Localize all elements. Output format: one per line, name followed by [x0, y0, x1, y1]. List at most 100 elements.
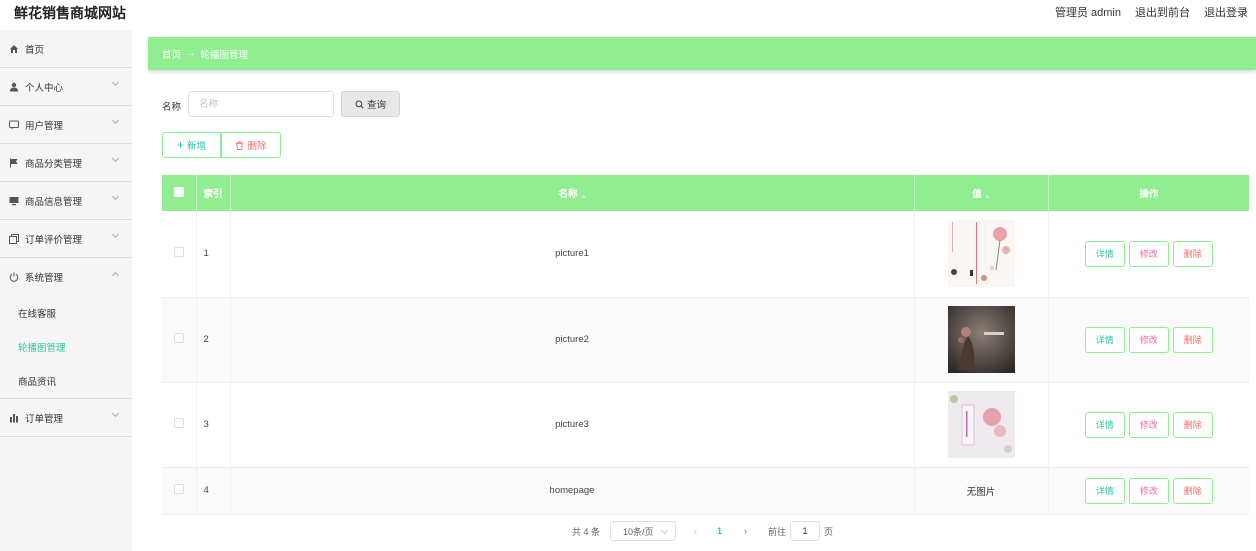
chevron-up-icon [111, 271, 120, 280]
sidebar-item-order-management[interactable]: 订单管理 [0, 399, 132, 437]
delete-button-label: 删除 [247, 141, 267, 152]
sort-icon[interactable] [984, 191, 990, 198]
page-unit-label: 页 [824, 526, 834, 537]
sidebar-item-label: 首页 [25, 44, 45, 56]
current-page-number[interactable]: 1 [717, 526, 722, 536]
back-to-front-link[interactable]: 退出到前台 [1135, 4, 1190, 20]
edit-button[interactable]: 修改 [1128, 477, 1169, 504]
carousel-image-thumbnail[interactable] [947, 220, 1015, 288]
goto-label: 前往 [768, 526, 787, 537]
sidebar-item-label: 个人中心 [25, 82, 64, 94]
breadcrumb-home[interactable]: 首页 [162, 47, 181, 61]
row-name: picture3 [230, 382, 915, 468]
row-checkbox[interactable] [173, 484, 184, 494]
edit-button[interactable]: 修改 [1128, 411, 1169, 438]
table-header-row: 索引 名称 值 操作 [162, 175, 1249, 211]
header-index: 索引 [196, 175, 231, 211]
row-index: 2 [196, 297, 231, 383]
row-index: 4 [196, 467, 231, 515]
sidebar-item-system-management[interactable]: 系统管理 [0, 258, 132, 296]
header-select-all[interactable] [162, 175, 197, 211]
home-icon [8, 43, 20, 55]
breadcrumb-current: 轮播图管理 [200, 49, 249, 61]
row-checkbox[interactable] [173, 418, 184, 428]
chevron-down-icon [111, 116, 120, 125]
table-row: 1 picture1 详情 修改 删除 [162, 211, 1249, 298]
sidebar-item-review-management[interactable]: 订单评价管理 [0, 220, 132, 258]
next-page-icon[interactable]: › [744, 526, 747, 536]
carousel-image-thumbnail[interactable] [947, 306, 1015, 373]
pagination: 共 4 条 10条/页 ‹ 1 › 前往 1 页 [572, 521, 833, 541]
carousel-table: 索引 名称 值 操作 1 picture1 详情 修改 删除 2 picture… [162, 175, 1249, 515]
detail-button[interactable]: 详情 [1084, 477, 1125, 504]
sidebar-item-home[interactable]: 首页 [0, 30, 132, 68]
site-title: 鲜花销售商城网站 [14, 5, 126, 21]
sidebar-item-label: 订单管理 [25, 413, 64, 425]
page-jump-input[interactable]: 1 [790, 521, 821, 541]
row-index: 1 [196, 211, 231, 298]
chevron-down-icon [111, 409, 120, 418]
search-name-label: 名称 [162, 102, 182, 113]
pagination-total: 共 4 条 [572, 526, 601, 537]
delete-button[interactable]: 删除 [1172, 326, 1213, 353]
logout-link[interactable]: 退出登录 [1204, 4, 1248, 20]
add-button-label: 新增 [187, 141, 207, 152]
row-name: picture1 [230, 211, 915, 298]
sidebar-item-category-management[interactable]: 商品分类管理 [0, 144, 132, 182]
sidebar-subitem-carousel-management[interactable]: 轮播图管理 [0, 330, 132, 364]
sidebar-subitem-product-news[interactable]: 商品资讯 [0, 364, 132, 398]
sidebar-item-personal-center[interactable]: 个人中心 [0, 68, 132, 106]
sidebar-item-label: 订单评价管理 [25, 234, 83, 246]
header-operations: 操作 [1139, 189, 1159, 200]
sidebar-item-user-management[interactable]: 用户管理 [0, 106, 132, 144]
chat-icon [8, 119, 20, 131]
row-name: picture2 [230, 297, 915, 383]
row-index: 3 [196, 382, 231, 468]
bar-chart-icon [8, 412, 20, 424]
detail-button[interactable]: 详情 [1084, 411, 1125, 438]
top-right-links: 管理员 admin 退出到前台 退出登录 [1055, 4, 1248, 20]
delete-button[interactable]: 删除 [1172, 477, 1213, 504]
user-icon [8, 81, 20, 93]
trash-icon [236, 140, 244, 150]
row-checkbox[interactable] [173, 247, 184, 258]
query-button[interactable]: 查询 [341, 91, 400, 117]
sort-icon[interactable] [580, 191, 586, 198]
batch-delete-button[interactable]: 删除 [221, 132, 281, 158]
delete-button[interactable]: 删除 [1172, 240, 1213, 267]
prev-page-icon[interactable]: ‹ [694, 526, 697, 536]
add-button[interactable]: + 新增 [162, 132, 221, 158]
select-all-checkbox[interactable] [173, 186, 184, 197]
carousel-image-thumbnail[interactable] [947, 391, 1015, 458]
chevron-down-icon [111, 154, 120, 163]
sidebar-item-product-management[interactable]: 商品信息管理 [0, 182, 132, 220]
edit-button[interactable]: 修改 [1128, 240, 1169, 267]
table-row: 4 homepage 无图片 详情 修改 删除 [162, 467, 1249, 515]
query-button-label: 查询 [366, 100, 386, 111]
sidebar-subitem-online-service[interactable]: 在线客服 [0, 296, 132, 330]
search-name-input[interactable] [188, 91, 334, 117]
row-checkbox[interactable] [173, 333, 184, 343]
chevron-down-icon [111, 192, 120, 201]
plus-icon: + [176, 138, 184, 152]
row-value-text: 无图片 [914, 467, 1049, 515]
detail-button[interactable]: 详情 [1084, 326, 1125, 353]
copy-icon [8, 233, 20, 245]
search-icon [355, 99, 364, 108]
flag-icon [8, 157, 20, 169]
system-submenu: 在线客服 轮播图管理 商品资讯 [0, 296, 132, 399]
detail-button[interactable]: 详情 [1084, 240, 1125, 267]
sidebar: 首页 个人中心 用户管理 商品分类管理 商品信息管理 订单评价管理 系统管理 在… [0, 30, 132, 551]
sidebar-item-label: 用户管理 [25, 120, 64, 132]
page-size-select[interactable]: 10条/页 [610, 521, 677, 541]
header-name[interactable]: 名称 [230, 175, 915, 211]
power-icon [8, 271, 20, 283]
header-value-label: 值 [972, 189, 982, 200]
header-value[interactable]: 值 [914, 175, 1049, 211]
delete-button[interactable]: 删除 [1172, 411, 1213, 438]
edit-button[interactable]: 修改 [1128, 326, 1169, 353]
monitor-icon [8, 195, 20, 207]
table-row: 2 picture2 详情 修改 删除 [162, 297, 1249, 383]
chevron-down-icon [111, 230, 120, 239]
breadcrumb: 首页 → 轮播图管理 [148, 37, 1256, 70]
